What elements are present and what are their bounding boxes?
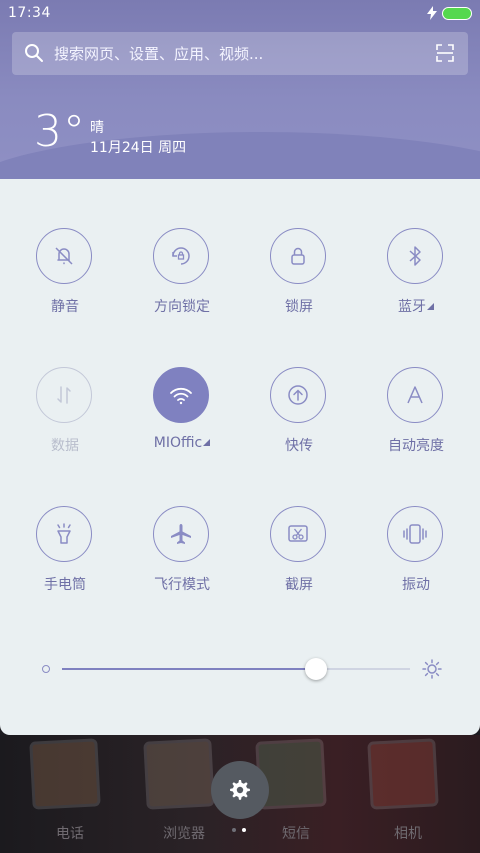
app-label: 短信 xyxy=(282,826,310,842)
notification-header: 17:34 搜索网页、设置、应用、视频... 3° 晴 11月24日 周四 xyxy=(0,0,480,180)
gear-icon xyxy=(230,780,250,800)
data-button[interactable] xyxy=(36,367,92,423)
screenshot-icon xyxy=(288,525,308,542)
page-dot-active xyxy=(242,828,246,832)
browser-app-icon xyxy=(146,741,212,807)
wifi-icon xyxy=(170,387,192,405)
lock-icon xyxy=(291,247,305,265)
toggle-label: 方向锁定 xyxy=(154,299,210,315)
brightness-fill xyxy=(62,668,317,670)
app-label: 相机 xyxy=(394,826,422,842)
toggle-airplane-mode[interactable]: 飞行模式 xyxy=(132,506,232,606)
mute-button[interactable] xyxy=(36,228,92,284)
screenshot-button[interactable] xyxy=(270,506,326,562)
vibrate-icon xyxy=(403,524,427,544)
search-bar[interactable]: 搜索网页、设置、应用、视频... xyxy=(12,32,468,75)
toggle-quick-transfer[interactable]: 快传 xyxy=(249,367,349,467)
bell-off-icon xyxy=(55,247,73,265)
toggle-auto-brightness[interactable]: 自动亮度 xyxy=(366,367,466,467)
quick-transfer-button[interactable] xyxy=(270,367,326,423)
toggle-data[interactable]: 数据 xyxy=(15,367,115,467)
data-icon xyxy=(57,386,71,404)
dock-app-camera[interactable]: 相机 xyxy=(368,741,448,853)
brightness-low-icon xyxy=(42,665,50,673)
toggle-flashlight[interactable]: 手电筒 xyxy=(15,506,115,606)
app-label: 电话 xyxy=(56,826,84,842)
toggle-label: 飞行模式 xyxy=(154,577,210,593)
page-dot xyxy=(232,828,236,832)
brightness-track[interactable] xyxy=(62,658,410,680)
settings-button[interactable] xyxy=(211,761,269,819)
toggle-lock-screen[interactable]: 锁屏 xyxy=(249,228,349,328)
page-indicator xyxy=(232,828,250,834)
toggle-rotation-lock[interactable]: 方向锁定 xyxy=(132,228,232,328)
toggle-wifi[interactable]: MIOffic xyxy=(132,367,232,467)
toggle-label: 振动 xyxy=(402,577,430,593)
brightness-knob[interactable] xyxy=(305,658,328,680)
weather-date: 11月24日 周四 xyxy=(90,140,187,156)
toggle-label: 快传 xyxy=(285,438,313,454)
rotation-lock-icon xyxy=(172,247,190,265)
brightness-high-icon xyxy=(422,659,442,679)
brightness-slider[interactable] xyxy=(38,657,442,681)
toggle-mute[interactable]: 静音 xyxy=(15,228,115,328)
flashlight-icon xyxy=(57,523,71,544)
toggle-label: 自动亮度 xyxy=(388,438,444,454)
scan-icon[interactable] xyxy=(436,44,454,62)
toggle-label: 截屏 xyxy=(285,577,313,593)
weather-condition: 晴 xyxy=(90,120,104,136)
quick-transfer-icon xyxy=(288,385,308,405)
charging-icon xyxy=(427,6,437,20)
airplane-mode-button[interactable] xyxy=(153,506,209,562)
status-time: 17:34 xyxy=(8,5,51,21)
search-placeholder: 搜索网页、设置、应用、视频... xyxy=(54,45,264,63)
weather-temperature[interactable]: 3° xyxy=(34,106,86,157)
airplane-icon xyxy=(171,524,191,544)
flashlight-button[interactable] xyxy=(36,506,92,562)
camera-app-icon xyxy=(370,741,436,807)
app-label: 浏览器 xyxy=(163,826,205,842)
toggle-label: 锁屏 xyxy=(285,299,313,315)
toggle-label: 数据 xyxy=(51,438,79,454)
toggle-label: 手电筒 xyxy=(44,577,86,593)
auto-brightness-button[interactable] xyxy=(387,367,443,423)
toggle-bluetooth[interactable]: 蓝牙 xyxy=(366,228,466,328)
phone-app-icon xyxy=(32,741,98,807)
quick-settings-panel: 静音 方向锁定 锁屏 蓝牙 数据 MIOffic 快传 自动亮度 手电筒 飞行模… xyxy=(0,179,480,735)
toggle-label: 蓝牙 xyxy=(366,296,466,316)
toggle-label: MIOffic xyxy=(132,435,232,451)
dock-app-phone[interactable]: 电话 xyxy=(30,741,110,853)
bluetooth-button[interactable] xyxy=(387,228,443,284)
search-icon xyxy=(25,44,43,62)
battery-icon xyxy=(442,7,472,20)
toggle-screenshot[interactable]: 截屏 xyxy=(249,506,349,606)
status-bar: 17:34 xyxy=(0,0,480,28)
wifi-button[interactable] xyxy=(153,367,209,423)
rotation-lock-button[interactable] xyxy=(153,228,209,284)
toggle-vibrate[interactable]: 振动 xyxy=(366,506,466,606)
vibrate-button[interactable] xyxy=(387,506,443,562)
lock-screen-button[interactable] xyxy=(270,228,326,284)
toggle-label: 静音 xyxy=(51,299,79,315)
bluetooth-icon xyxy=(409,246,421,266)
dock-app-sms[interactable]: 短信 xyxy=(256,741,336,853)
auto-brightness-icon xyxy=(407,386,423,404)
expand-arrow-icon xyxy=(203,439,211,446)
expand-arrow-icon xyxy=(427,303,434,310)
